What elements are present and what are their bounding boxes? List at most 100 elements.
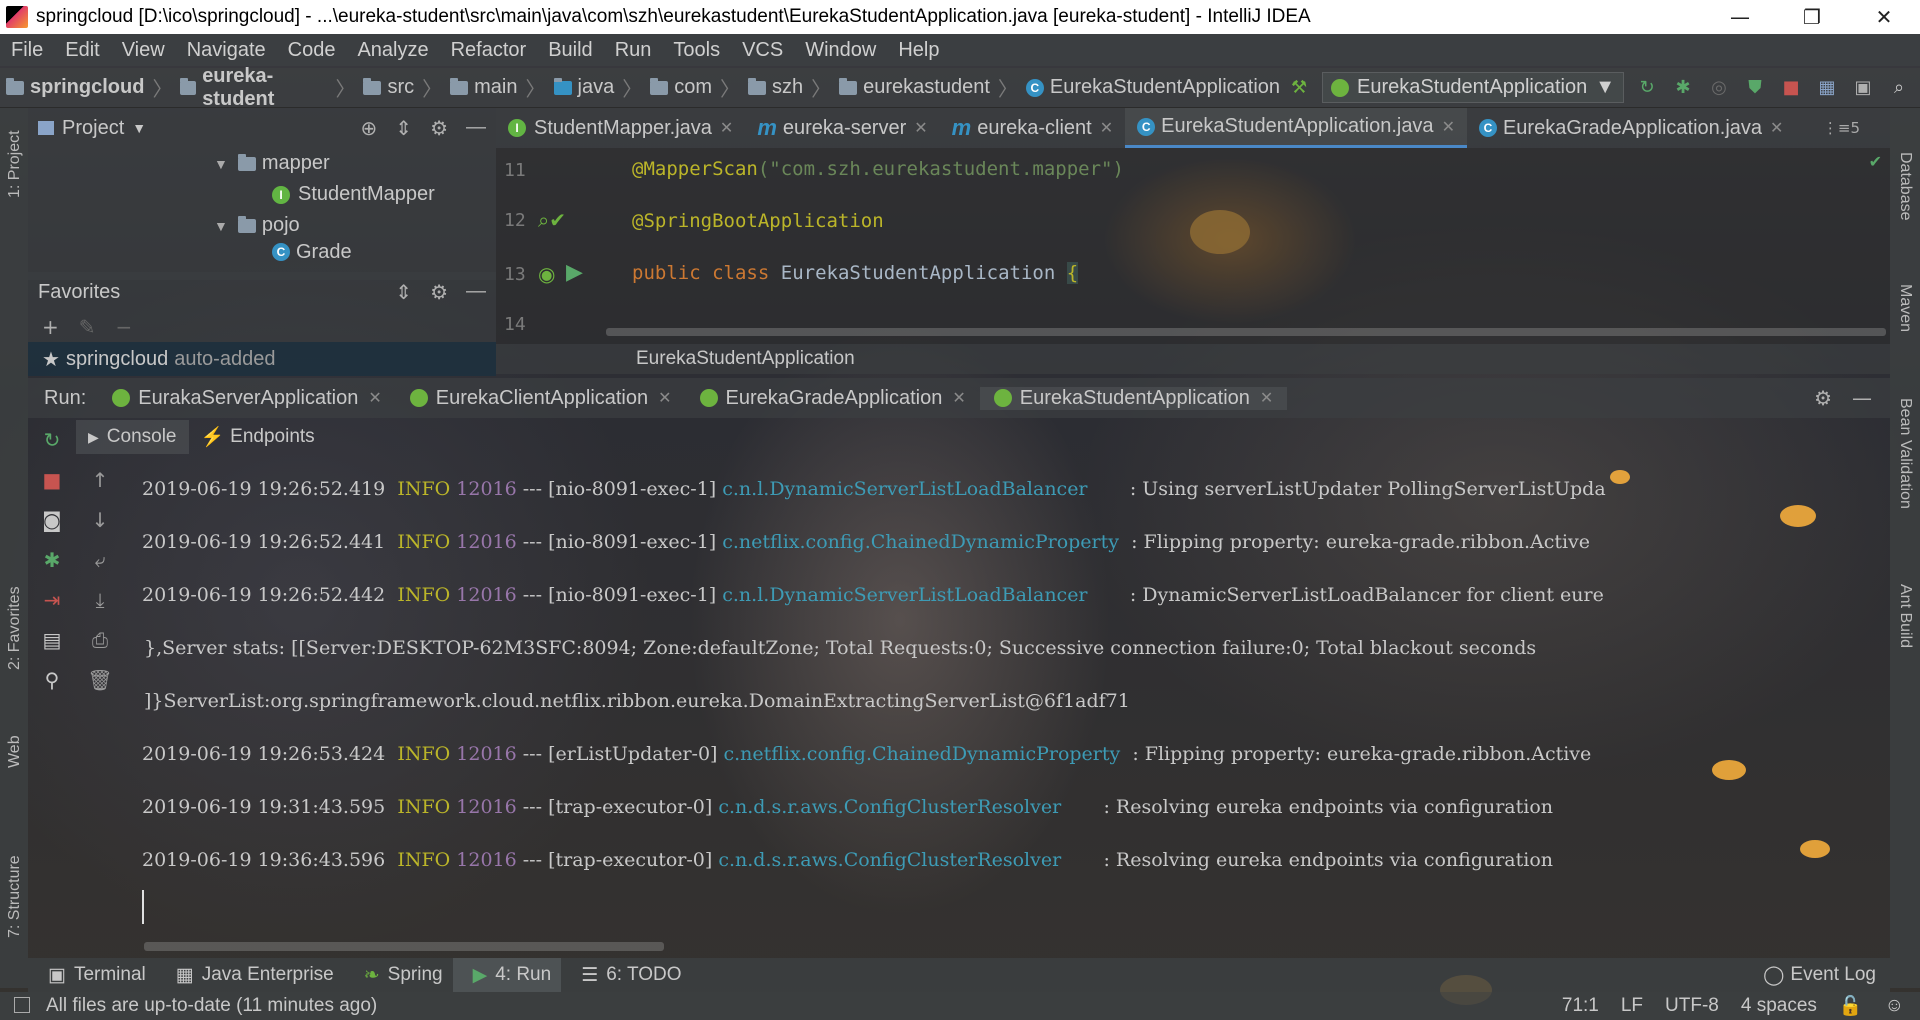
- menu-help[interactable]: Help: [887, 39, 950, 62]
- scroll-to-end-icon[interactable]: ⤓: [76, 580, 124, 620]
- menu-window[interactable]: Window: [794, 39, 887, 62]
- print-icon[interactable]: ⎙: [76, 620, 124, 660]
- line-separator[interactable]: LF: [1621, 995, 1643, 1017]
- toggle-tool-windows-icon[interactable]: [14, 997, 30, 1013]
- tool-window-database[interactable]: Database: [1896, 152, 1914, 221]
- tab-spring[interactable]: ❧ Spring: [344, 958, 453, 992]
- build-hammer-icon[interactable]: ⚒: [1286, 75, 1312, 101]
- project-structure-icon[interactable]: ▦: [1814, 75, 1840, 101]
- tab-eureka-server[interactable]: m eureka-server ✕: [745, 108, 939, 148]
- rerun-icon[interactable]: ↻: [28, 420, 76, 460]
- breadcrumb-java[interactable]: java: [548, 76, 621, 99]
- tool-window-favorites[interactable]: 2: Favorites: [6, 586, 24, 670]
- close-button[interactable]: ✕: [1848, 0, 1920, 34]
- gear-icon[interactable]: ⚙: [430, 280, 448, 305]
- subtab-endpoints[interactable]: ⚡ Endpoints: [189, 425, 327, 449]
- breadcrumb-szh[interactable]: szh: [742, 76, 809, 99]
- tool-window-structure[interactable]: 7: Structure: [6, 855, 24, 938]
- breadcrumb-module[interactable]: eureka-student: [174, 65, 333, 111]
- console-horizontal-scrollbar[interactable]: [144, 942, 664, 951]
- menu-navigate[interactable]: Navigate: [176, 39, 277, 62]
- menu-build[interactable]: Build: [537, 39, 603, 62]
- editor-breadcrumb[interactable]: EurekaStudentApplication: [496, 344, 1890, 374]
- code-editor[interactable]: 11 12 13 14 ⌕✔ ◉ ▶ @MapperScan("com.szh.…: [496, 148, 1890, 344]
- edit-icon[interactable]: ✎: [79, 315, 96, 339]
- tab-eurekagradeapplication[interactable]: C EurekaGradeApplication.java ✕: [1467, 108, 1795, 148]
- file-encoding[interactable]: UTF-8: [1665, 995, 1719, 1017]
- add-icon[interactable]: +: [42, 315, 59, 339]
- run-tab-eurekagrade[interactable]: EurekaGradeApplication ✕: [686, 387, 980, 410]
- layout-icon[interactable]: ▤: [28, 620, 76, 660]
- menu-run[interactable]: Run: [604, 39, 663, 62]
- favorites-item[interactable]: ★ springcloud auto-added: [28, 342, 496, 376]
- soft-wrap-icon[interactable]: ⤶: [76, 540, 124, 580]
- tool-window-maven[interactable]: Maven: [1896, 284, 1914, 332]
- project-panel-title[interactable]: Project: [62, 117, 124, 140]
- expand-arrow-icon[interactable]: ▼: [214, 218, 228, 234]
- debug-icon[interactable]: ✱: [1670, 75, 1696, 101]
- bean-gutter-icon[interactable]: ⌕✔: [538, 208, 566, 232]
- stop-icon[interactable]: ■: [1778, 75, 1804, 101]
- rerun-icon[interactable]: ↻: [1634, 75, 1660, 101]
- close-tab-icon[interactable]: ✕: [658, 388, 671, 408]
- run-configuration-select[interactable]: EurekaStudentApplication ▼: [1322, 72, 1624, 103]
- breadcrumb-src[interactable]: src: [357, 76, 420, 99]
- close-tab-icon[interactable]: ✕: [1260, 388, 1273, 408]
- trash-icon[interactable]: 🗑: [76, 660, 124, 700]
- stop-icon[interactable]: ■: [28, 460, 76, 500]
- pin-icon[interactable]: ⚲: [28, 660, 76, 700]
- hide-icon[interactable]: —: [466, 280, 486, 305]
- spring-gutter-icon[interactable]: ◉: [538, 262, 555, 286]
- menu-vcs[interactable]: VCS: [731, 39, 794, 62]
- locate-icon[interactable]: ⊕: [361, 116, 378, 141]
- breadcrumb-project[interactable]: springcloud: [0, 76, 150, 99]
- close-tab-icon[interactable]: ✕: [720, 118, 733, 138]
- inspector-icon[interactable]: ☺: [1885, 995, 1904, 1017]
- tool-window-bean-validation[interactable]: Bean Validation: [1896, 398, 1914, 509]
- breadcrumb-class[interactable]: C EurekaStudentApplication: [1020, 76, 1286, 99]
- tab-java-enterprise[interactable]: ▦ Java Enterprise: [156, 958, 344, 992]
- close-tab-icon[interactable]: ✕: [1100, 118, 1113, 138]
- remove-icon[interactable]: −: [116, 315, 133, 339]
- profile-icon[interactable]: ⛊: [1742, 75, 1768, 101]
- indent-setting[interactable]: 4 spaces: [1741, 995, 1817, 1017]
- menu-tools[interactable]: Tools: [662, 39, 731, 62]
- arrow-up-icon[interactable]: ↑: [76, 460, 124, 500]
- search-icon[interactable]: ⌕: [1886, 75, 1912, 101]
- editor-horizontal-scrollbar[interactable]: [606, 328, 1886, 336]
- tab-run[interactable]: ▶ 4: Run: [452, 958, 562, 992]
- menu-refactor[interactable]: Refactor: [440, 39, 538, 62]
- breadcrumb-main[interactable]: main: [444, 76, 523, 99]
- tree-item-mapper[interactable]: ▼ mapper: [28, 148, 496, 179]
- collapse-all-icon[interactable]: ⇕: [395, 116, 412, 141]
- tool-window-project[interactable]: 1: Project: [6, 130, 24, 198]
- close-tab-icon[interactable]: ✕: [368, 388, 381, 408]
- tab-studentmapper[interactable]: I StudentMapper.java ✕: [496, 108, 745, 148]
- run-gutter-icon[interactable]: ▶: [566, 260, 583, 285]
- camera-icon[interactable]: ◙: [28, 500, 76, 540]
- tool-window-web[interactable]: Web: [6, 735, 24, 768]
- debug-rerun-icon[interactable]: ✱: [28, 540, 76, 580]
- console-output[interactable]: 2019-06-19 19:26:52.419 INFO 12016 --- […: [120, 460, 1890, 960]
- menu-edit[interactable]: Edit: [54, 39, 110, 62]
- arrow-down-icon[interactable]: ↓: [76, 500, 124, 540]
- layout-icon[interactable]: ▣: [1850, 75, 1876, 101]
- tree-item-studentmapper[interactable]: I StudentMapper: [28, 179, 496, 210]
- tree-item-pojo[interactable]: ▼ pojo: [28, 210, 496, 241]
- coverage-icon[interactable]: ◎: [1706, 75, 1732, 101]
- close-tab-icon[interactable]: ✕: [952, 388, 965, 408]
- subtab-console[interactable]: ▶ Console: [76, 420, 189, 454]
- tab-overflow-button[interactable]: ⋮≡5: [1823, 119, 1890, 137]
- tab-eurekastudentapplication[interactable]: C EurekaStudentApplication.java ✕: [1125, 108, 1467, 148]
- breadcrumb-package[interactable]: eurekastudent: [833, 76, 996, 99]
- caret-position[interactable]: 71:1: [1562, 995, 1599, 1017]
- maximize-button[interactable]: ❐: [1776, 0, 1848, 34]
- breadcrumb-com[interactable]: com: [644, 76, 718, 99]
- run-tab-eurekaclient[interactable]: EurekaClientApplication ✕: [396, 387, 686, 410]
- menu-analyze[interactable]: Analyze: [346, 39, 439, 62]
- menu-view[interactable]: View: [111, 39, 176, 62]
- tab-todo[interactable]: ☰ 6: TODO: [561, 958, 691, 992]
- run-tab-eurekastudent[interactable]: EurekaStudentApplication ✕: [979, 386, 1288, 410]
- tool-window-ant-build[interactable]: Ant Build: [1896, 584, 1914, 648]
- gear-icon[interactable]: ⚙: [1814, 386, 1832, 410]
